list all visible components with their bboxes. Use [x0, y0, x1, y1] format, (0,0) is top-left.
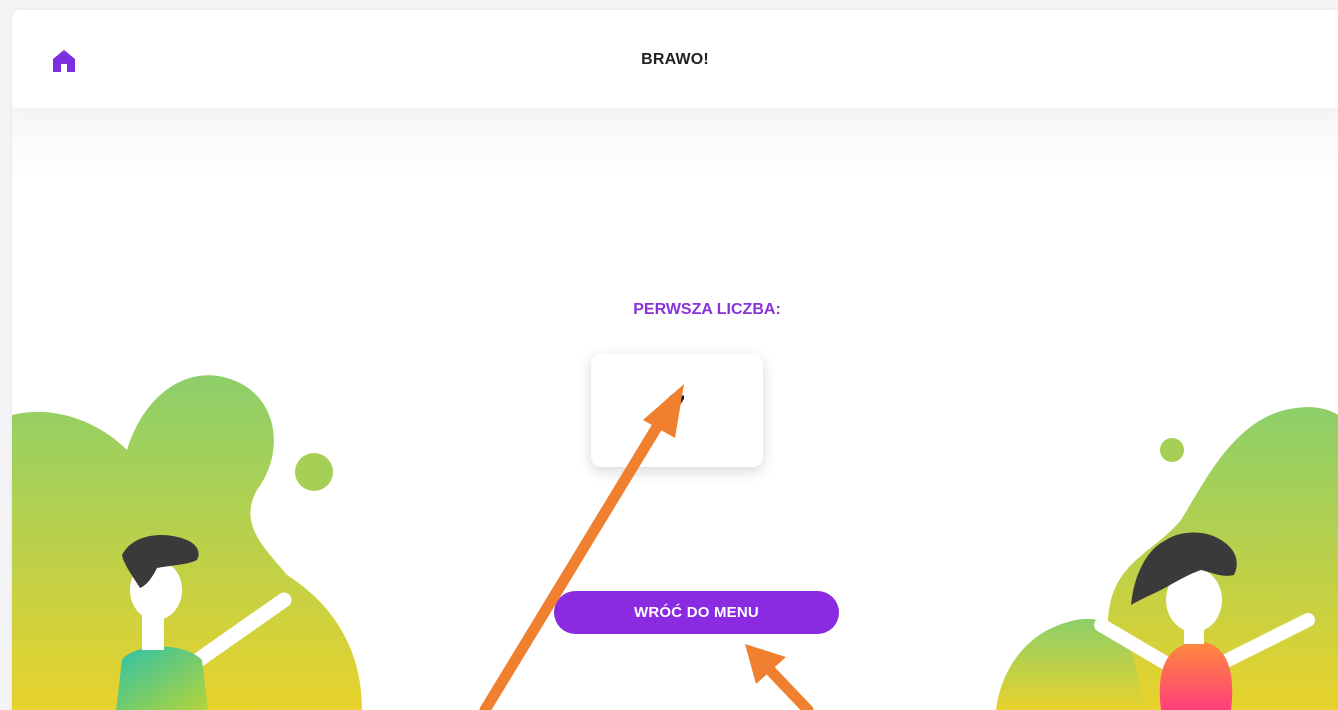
header-bar: BRAWO!: [12, 10, 1338, 108]
right-illustration: [996, 400, 1338, 710]
header-shadow: [12, 108, 1338, 178]
number-value: 7: [668, 389, 686, 423]
app-window: BRAWO! PERWSZA LICZBA: 7 WRÓĆ DO MENU: [12, 10, 1338, 710]
back-to-menu-button[interactable]: WRÓĆ DO MENU: [554, 591, 839, 634]
first-number-label: PERWSZA LICZBA:: [633, 301, 781, 318]
number-card: 7: [591, 354, 763, 467]
page-title: BRAWO!: [641, 51, 709, 68]
left-illustration: [12, 360, 372, 710]
